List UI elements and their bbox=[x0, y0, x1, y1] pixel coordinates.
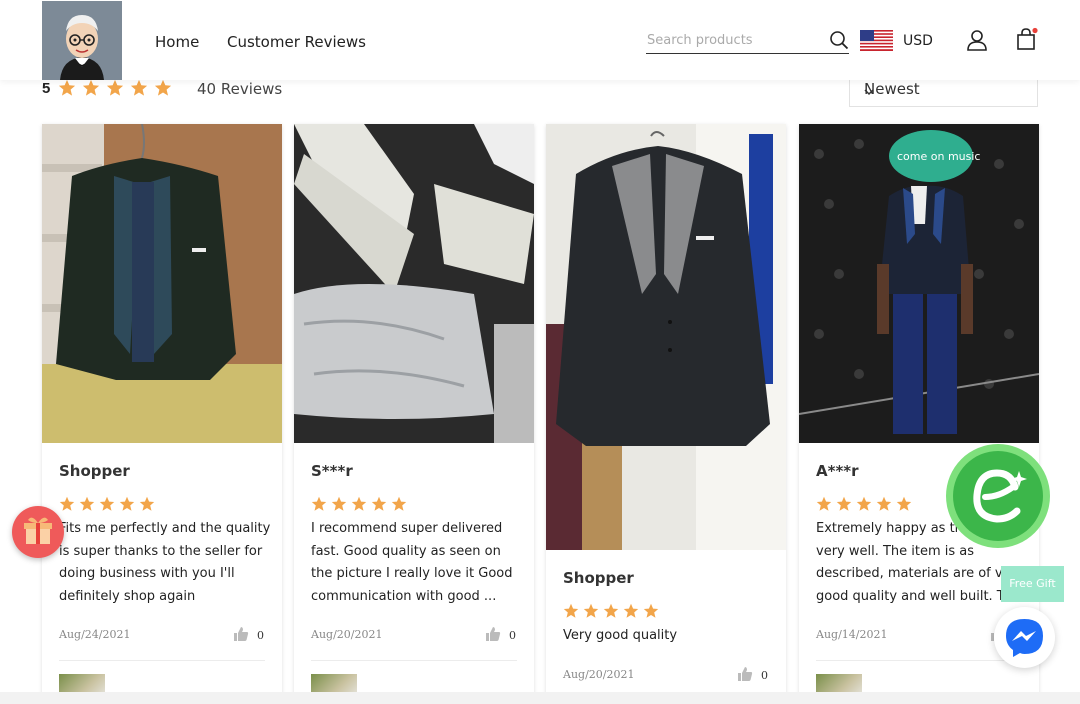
like-button[interactable]: 0 bbox=[737, 666, 768, 685]
review-photo[interactable] bbox=[546, 124, 786, 550]
product-thumbnail[interactable] bbox=[311, 674, 357, 692]
star-icon bbox=[154, 79, 172, 102]
reviewer-name: Shopper bbox=[563, 569, 634, 587]
review-text: I recommend super delivered fast. Good q… bbox=[311, 521, 513, 605]
review-card[interactable]: Shopper Fits me perfectly and the qualit… bbox=[42, 124, 282, 692]
nav-customer-reviews-link[interactable]: Customer Reviews bbox=[227, 33, 366, 51]
star-icon bbox=[82, 79, 100, 102]
reviewer-name: S***r bbox=[311, 462, 353, 480]
summary-stars bbox=[58, 79, 172, 102]
review-text: Very good quality bbox=[563, 628, 678, 643]
reviews-count: 40 Reviews bbox=[197, 80, 283, 98]
search-input[interactable] bbox=[646, 28, 821, 52]
like-button[interactable]: 0 bbox=[485, 626, 516, 645]
free-gift-button[interactable]: Free Gift bbox=[1001, 566, 1064, 602]
star-icon bbox=[331, 496, 347, 517]
gift-icon bbox=[24, 517, 52, 544]
star-icon bbox=[876, 496, 892, 517]
messenger-button[interactable] bbox=[994, 607, 1055, 668]
star-icon bbox=[391, 496, 407, 517]
product-thumbnail[interactable] bbox=[59, 674, 105, 692]
search-bar bbox=[646, 28, 849, 54]
divider bbox=[311, 660, 517, 661]
nav-home-link[interactable]: Home bbox=[155, 33, 199, 51]
star-icon bbox=[130, 79, 148, 102]
like-count: 0 bbox=[509, 629, 516, 642]
review-photo[interactable]: come on music bbox=[799, 124, 1039, 443]
e-chat-button[interactable] bbox=[946, 444, 1050, 548]
search-icon[interactable] bbox=[829, 30, 849, 55]
star-icon bbox=[119, 496, 135, 517]
e-logo-icon bbox=[973, 469, 1027, 523]
review-date: Aug/20/2021 bbox=[563, 668, 635, 681]
star-icon bbox=[139, 496, 155, 517]
like-count: 0 bbox=[761, 669, 768, 682]
star-icon bbox=[836, 496, 852, 517]
user-icon[interactable] bbox=[966, 29, 988, 56]
review-stars bbox=[311, 496, 407, 517]
gift-button[interactable] bbox=[12, 506, 64, 558]
us-flag-icon[interactable] bbox=[860, 30, 893, 51]
star-icon bbox=[583, 603, 599, 624]
review-card[interactable]: S***r I recommend super delivered fast. … bbox=[294, 124, 534, 692]
review-card[interactable]: Shopper Very good quality Aug/20/2021 0 bbox=[546, 124, 786, 692]
review-photo[interactable] bbox=[42, 124, 282, 443]
review-stars bbox=[59, 496, 155, 517]
star-icon bbox=[603, 603, 619, 624]
star-icon bbox=[643, 603, 659, 624]
review-stars bbox=[816, 496, 912, 517]
review-date: Aug/20/2021 bbox=[311, 628, 383, 641]
product-thumbnail[interactable] bbox=[816, 674, 862, 692]
star-icon bbox=[79, 496, 95, 517]
like-button[interactable]: 0 bbox=[233, 626, 264, 645]
chevron-down-icon bbox=[864, 82, 1025, 100]
review-text: Fits me perfectly and the quality is sup… bbox=[59, 521, 271, 605]
thumbs-up-icon bbox=[485, 626, 501, 645]
divider bbox=[59, 660, 265, 661]
site-header: Home Customer Reviews USD bbox=[0, 0, 1080, 80]
reviews-page: Home Customer Reviews USD bbox=[0, 0, 1080, 692]
star-icon bbox=[856, 496, 872, 517]
star-icon bbox=[58, 79, 76, 102]
star-icon bbox=[896, 496, 912, 517]
sticker-text: come on music bbox=[897, 150, 980, 163]
divider bbox=[816, 660, 1022, 661]
star-icon bbox=[563, 603, 579, 624]
messenger-icon bbox=[1006, 619, 1043, 657]
currency-selector[interactable]: USD bbox=[903, 33, 933, 49]
reviewer-name: Shopper bbox=[59, 462, 130, 480]
star-icon bbox=[106, 79, 124, 102]
star-icon bbox=[99, 496, 115, 517]
star-icon bbox=[816, 496, 832, 517]
star-icon bbox=[351, 496, 367, 517]
review-date: Aug/24/2021 bbox=[59, 628, 131, 641]
cart-icon[interactable] bbox=[1015, 27, 1039, 56]
star-icon bbox=[311, 496, 327, 517]
like-count: 0 bbox=[257, 629, 264, 642]
thumbs-up-icon bbox=[737, 666, 753, 685]
reviewer-name: A***r bbox=[816, 462, 859, 480]
thumbs-up-icon bbox=[233, 626, 249, 645]
review-stars bbox=[563, 603, 659, 624]
average-rating: 5 bbox=[42, 80, 51, 97]
star-icon bbox=[623, 603, 639, 624]
logo[interactable] bbox=[42, 1, 122, 80]
review-photo[interactable] bbox=[294, 124, 534, 443]
star-icon bbox=[371, 496, 387, 517]
review-date: Aug/14/2021 bbox=[816, 628, 888, 641]
